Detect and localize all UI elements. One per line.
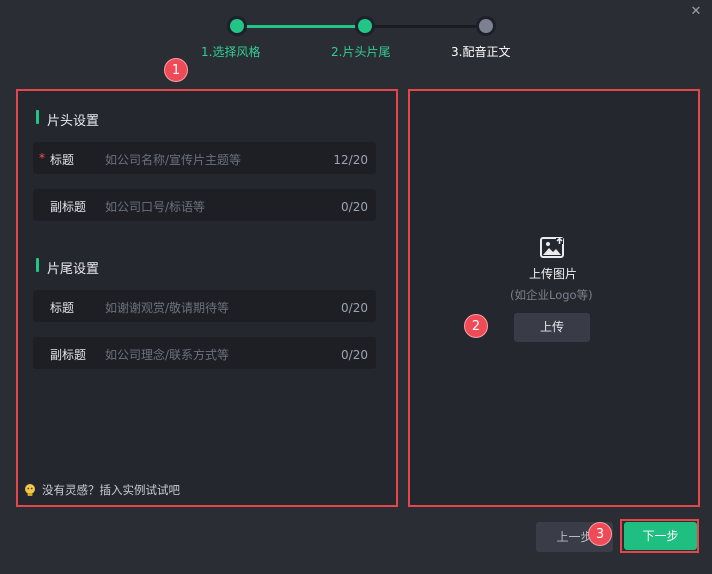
intro-subtitle-count: 0/20 xyxy=(341,200,368,214)
step-3-dot[interactable] xyxy=(479,19,493,33)
outro-subtitle-field[interactable]: 副标题 如公司理念/联系方式等 0/20 xyxy=(33,337,376,369)
intro-title-field[interactable]: * 标题 如公司名称/宣传片主题等 12/20 xyxy=(33,142,376,174)
intro-section-bar xyxy=(36,110,39,124)
outro-title-input[interactable]: 如谢谢观赏/敬请期待等 xyxy=(105,299,229,316)
step-1-label[interactable]: 1.选择风格 xyxy=(201,43,260,60)
step-2-label[interactable]: 2.片头片尾 xyxy=(331,43,390,60)
intro-section-title: 片头设置 xyxy=(47,114,100,129)
intro-title-count: 12/20 xyxy=(333,153,368,167)
inspiration-link[interactable]: 没有灵感？插入实例试试吧 xyxy=(42,482,180,498)
step-1-dot[interactable] xyxy=(230,19,244,33)
close-icon[interactable]: ✕ xyxy=(689,5,703,19)
annotation-badge-2: 2 xyxy=(464,314,488,338)
step-3-label[interactable]: 3.配音正文 xyxy=(451,43,510,60)
outro-section-title: 片尾设置 xyxy=(47,262,100,277)
intro-subtitle-label: 副标题 xyxy=(50,200,87,214)
step-2-dot[interactable] xyxy=(358,19,372,33)
intro-title-input[interactable]: 如公司名称/宣传片主题等 xyxy=(105,151,241,168)
image-upload-icon xyxy=(540,237,564,258)
intro-title-label: 标题 xyxy=(50,153,75,167)
upload-title: 上传图片 xyxy=(529,267,578,281)
upload-button[interactable]: 上传 xyxy=(514,313,590,342)
outro-section-bar xyxy=(36,258,39,272)
stepper-remaining-line xyxy=(365,25,486,28)
outro-title-field[interactable]: 标题 如谢谢观赏/敬请期待等 0/20 xyxy=(33,290,376,322)
upload-subtitle: (如企业Logo等) xyxy=(510,288,593,302)
annotation-badge-1: 1 xyxy=(164,58,188,82)
annotation-badge-3: 3 xyxy=(588,522,612,546)
outro-subtitle-input[interactable]: 如公司理念/联系方式等 xyxy=(105,346,229,363)
required-marker: * xyxy=(39,151,45,165)
outro-title-count: 0/20 xyxy=(341,301,368,315)
intro-subtitle-field[interactable]: 副标题 如公司口号/标语等 0/20 xyxy=(33,189,376,221)
outro-subtitle-count: 0/20 xyxy=(341,348,368,362)
next-step-button[interactable]: 下一步 xyxy=(624,522,697,550)
lightbulb-icon[interactable] xyxy=(23,483,37,497)
stepper-progress-line xyxy=(237,25,365,28)
outro-title-label: 标题 xyxy=(50,301,75,315)
outro-subtitle-label: 副标题 xyxy=(50,348,87,362)
intro-subtitle-input[interactable]: 如公司口号/标语等 xyxy=(105,198,205,215)
